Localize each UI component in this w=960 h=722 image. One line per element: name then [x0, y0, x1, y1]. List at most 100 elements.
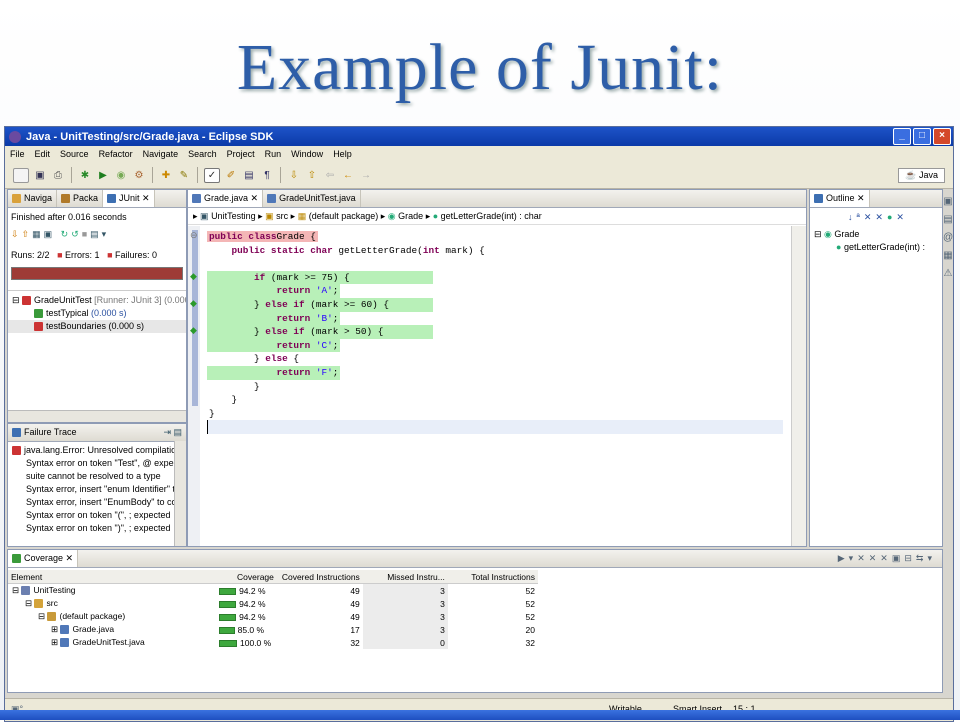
expand-icon[interactable]: ⊟ — [38, 611, 47, 621]
menu-search[interactable]: Search — [183, 149, 222, 159]
code-line[interactable]: } else if (mark > 50) {◆ — [190, 325, 433, 339]
tab-coverage[interactable]: Coverage ✕ — [8, 550, 79, 567]
code-editor[interactable]: public classGrade {⊖ public static char … — [190, 230, 783, 434]
hide-fields-icon[interactable]: ✕ — [864, 212, 876, 222]
remove-session-icon[interactable]: ✕ — [857, 553, 869, 563]
last-edit-icon[interactable]: ⇦ — [323, 169, 337, 182]
minimize-button[interactable]: _ — [893, 128, 911, 145]
tree-item-test-typical[interactable]: testTypical (0.000 s) — [8, 307, 186, 320]
outline-item-class[interactable]: ⊟ ◉ Grade — [810, 228, 942, 241]
previous-annotation-icon[interactable]: ⇧ — [305, 169, 319, 182]
fold-icon[interactable]: ⊖ — [190, 230, 198, 244]
rerun-failed-icon[interactable]: ↺ — [71, 229, 82, 239]
hide-static-icon[interactable]: ✕ — [875, 212, 887, 222]
menu-file[interactable]: File — [5, 149, 30, 159]
column-header[interactable]: Total Instructions — [448, 570, 538, 584]
menu-refactor[interactable]: Refactor — [94, 149, 138, 159]
hierarchy-icon[interactable]: ▤ — [943, 214, 952, 225]
link-icon[interactable]: ⇆ — [916, 553, 928, 563]
console-icon[interactable]: ▦ — [943, 250, 952, 261]
menu-navigate[interactable]: Navigate — [138, 149, 184, 159]
collapse-all-icon[interactable]: ⊟ — [904, 553, 916, 563]
hide-nonpublic-icon[interactable]: ● — [887, 212, 896, 222]
code-line[interactable]: return 'F'; — [207, 365, 341, 380]
back-icon[interactable]: ← — [341, 169, 355, 182]
task-list-icon[interactable]: ▣ — [943, 196, 952, 207]
external-tools-icon[interactable]: ⚙ — [132, 169, 146, 182]
hide-local-types-icon[interactable]: ✕ — [896, 212, 908, 222]
maximize-button[interactable]: □ — [913, 128, 931, 145]
column-header[interactable]: Element — [8, 570, 216, 584]
code-line[interactable]: if (mark >= 75) {◆ — [190, 270, 433, 285]
run-icon[interactable]: ▶ — [96, 169, 110, 182]
menu-edit[interactable]: Edit — [30, 149, 56, 159]
relaunch-icon[interactable]: ▶▾ — [838, 553, 857, 563]
expand-icon[interactable]: ⊟ — [12, 585, 21, 595]
print-icon[interactable]: ⎙ — [51, 169, 65, 182]
expand-icon[interactable]: ⊟ — [25, 598, 34, 608]
breadcrumb-package[interactable]: (default package) — [309, 211, 379, 221]
code-line[interactable]: } — [207, 393, 783, 407]
failure-trace-line[interactable]: Syntax error on token ")", ; expected — [8, 522, 186, 535]
failure-trace-line[interactable]: java.lang.Error: Unresolved compilation … — [8, 444, 186, 457]
filter-stack-icon[interactable]: ⇥ ▤ — [163, 427, 182, 438]
code-line[interactable]: } else if (mark >= 60) {◆ — [190, 297, 433, 312]
breadcrumb-class[interactable]: Grade — [398, 211, 423, 221]
problems-icon[interactable]: ⚠ — [944, 268, 953, 279]
tab-junit[interactable]: JUnit ✕ — [103, 190, 155, 207]
close-button[interactable]: × — [933, 128, 951, 145]
next-annotation-icon[interactable]: ⇩ — [287, 169, 301, 182]
test-run-history-icon[interactable]: ▤▾ — [90, 229, 109, 239]
trace-v-scrollbar[interactable] — [174, 441, 186, 546]
layout-icon[interactable]: ▣ — [44, 229, 56, 239]
junit-h-scrollbar[interactable] — [8, 410, 186, 422]
expand-icon[interactable]: ⊞ — [51, 637, 60, 647]
show-whitespace-icon[interactable]: ¶ — [260, 169, 274, 182]
code-line[interactable]: } — [207, 380, 783, 394]
code-line[interactable]: return 'A'; — [207, 284, 341, 298]
code-line[interactable]: } — [207, 407, 783, 421]
failure-trace-line[interactable]: Syntax error on token "(", ; expected — [8, 509, 186, 522]
tree-item-test-boundaries[interactable]: testBoundaries (0.000 s) — [8, 320, 186, 333]
tree-item-suite[interactable]: ⊟ GradeUnitTest [Runner: JUnit 3] (0.000… — [8, 294, 186, 307]
menu-window[interactable]: Window — [286, 149, 328, 159]
debug-icon[interactable]: ✱ — [78, 169, 92, 182]
code-line[interactable] — [207, 257, 783, 271]
table-row[interactable]: ⊞ Grade.java 85.0 % 17 3 20 — [8, 623, 538, 636]
column-header[interactable]: Missed Instru... — [363, 570, 448, 584]
table-row[interactable]: ⊟ src 94.2 % 49 3 52 — [8, 597, 538, 610]
new-package-icon[interactable]: ✚ — [159, 169, 173, 182]
menu-run[interactable]: Run — [260, 149, 287, 159]
code-line[interactable]: public classGrade {⊖ — [190, 230, 783, 244]
table-row[interactable]: ⊟ (default package) 94.2 % 49 3 52 — [8, 610, 538, 623]
expand-icon[interactable]: ⊞ — [51, 624, 60, 634]
menu-help[interactable]: Help — [328, 149, 357, 159]
block-selection-icon[interactable]: ▤ — [242, 169, 256, 182]
breadcrumb-src[interactable]: src — [276, 211, 288, 221]
next-failure-icon[interactable]: ⇩ — [11, 229, 22, 239]
code-line[interactable]: } else { — [207, 352, 783, 366]
save-icon[interactable]: ▣ — [33, 169, 47, 182]
column-header[interactable]: Coverage — [216, 570, 277, 584]
tab-navigator[interactable]: Naviga — [8, 190, 58, 207]
merge-sessions-icon[interactable]: ▣ — [892, 553, 905, 563]
code-line[interactable]: public static char getLetterGrade(int ma… — [207, 244, 783, 258]
tab-package-explorer[interactable]: Packa — [57, 190, 104, 207]
failure-trace-line[interactable]: Syntax error, insert "enum Identifier" t… — [8, 483, 186, 496]
sort-icon[interactable]: ↓ª — [848, 212, 864, 222]
history-icon[interactable]: ▦ — [32, 229, 44, 239]
menu-source[interactable]: Source — [55, 149, 94, 159]
outline-item-method[interactable]: ● getLetterGrade(int) : — [810, 241, 942, 254]
stop-icon[interactable]: ■ — [82, 229, 90, 239]
breadcrumb-method[interactable]: getLetterGrade(int) : char — [441, 211, 542, 221]
highlight-icon[interactable]: ✐ — [224, 169, 238, 182]
new-icon[interactable] — [13, 167, 29, 183]
column-header[interactable]: Covered Instructions — [277, 570, 363, 584]
tab-outline[interactable]: Outline ✕ — [810, 190, 870, 207]
search-icon[interactable]: @ — [943, 232, 953, 243]
new-class-icon[interactable]: ✎ — [177, 169, 191, 182]
menu-project[interactable]: Project — [222, 149, 260, 159]
rerun-icon[interactable]: ↻ — [61, 229, 72, 239]
view-menu-icon[interactable]: ▾ — [927, 553, 936, 563]
toggle-mark-occurrences-icon[interactable]: ✓ — [204, 167, 220, 183]
